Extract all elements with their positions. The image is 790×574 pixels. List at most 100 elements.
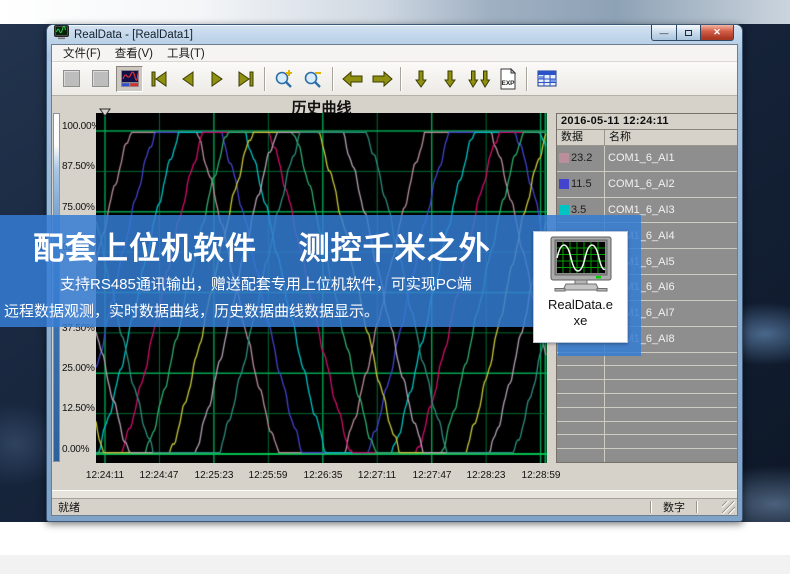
status-ready-text: 就绪	[52, 499, 650, 515]
y-tick-label: 12.50%	[62, 403, 98, 414]
exe-label-line1: RealData.e	[534, 297, 627, 313]
exp-label: EXP	[501, 80, 515, 87]
cursor-timestamp: 2016-05-11 12:24:11	[557, 114, 737, 130]
x-tick-label: 12:27:47	[405, 470, 459, 481]
channel-value: 11.5	[571, 178, 592, 190]
status-num-indicator: 数字	[652, 499, 696, 515]
app-icon	[54, 25, 69, 45]
arrow-right-icon	[370, 69, 394, 89]
column-header-name: 名称	[605, 130, 737, 145]
menu-bar: 文件(F) 查看(V) 工具(T)	[52, 45, 737, 62]
x-tick-label: 12:25:59	[241, 470, 295, 481]
series-color-swatch	[559, 179, 569, 189]
promo-body-line1: 支持RS485通讯输出，赠送配套专用上位机软件，可实现PC端	[60, 273, 472, 294]
channel-name: COM1_6_AI2	[605, 172, 737, 197]
y-tick-label: 25.00%	[62, 363, 98, 374]
screenshot-root: RealData - [RealData1] — ✕ 文件(F) 查看(V) 工…	[0, 0, 790, 574]
y-tick-label: 75.00%	[62, 202, 98, 213]
column-header-data: 数据	[557, 130, 605, 145]
exe-label-line2: xe	[534, 313, 627, 329]
zoom-in-button[interactable]	[271, 66, 298, 92]
pan-left-button[interactable]	[339, 66, 366, 92]
channel-value: 23.2	[571, 152, 592, 164]
data-grid-button[interactable]	[533, 66, 560, 92]
promo-body-line2: 远程数据观测，实时数据曲线，历史数据曲线数据显示。	[4, 300, 379, 321]
x-tick-label: 12:24:47	[132, 470, 186, 481]
table-row-empty[interactable]	[557, 366, 737, 380]
channel-name: COM1_6_AI1	[605, 146, 737, 171]
table-icon	[537, 70, 557, 88]
close-button[interactable]: ✕	[701, 25, 734, 41]
menu-view[interactable]: 查看(V)	[109, 44, 159, 62]
x-tick-label: 12:28:59	[514, 470, 568, 481]
y-tick-label: 0.00%	[62, 444, 98, 455]
double-arrow-down-icon	[466, 69, 492, 89]
page-white-area	[0, 522, 790, 555]
arrow-down-icon	[441, 69, 459, 89]
next-icon	[206, 69, 228, 89]
series-color-swatch	[559, 153, 569, 163]
monitor-icon	[548, 236, 614, 292]
title-bar[interactable]: RealData - [RealData1]	[47, 25, 742, 44]
series-color-swatch	[559, 205, 569, 215]
panel-header: 数据 名称	[557, 130, 737, 146]
minimize-button[interactable]: —	[651, 25, 676, 41]
disabled-square-icon	[92, 70, 109, 87]
y-tick-label: 87.50%	[62, 161, 98, 172]
previous-button[interactable]	[174, 66, 201, 92]
next-button[interactable]	[203, 66, 230, 92]
table-row-empty[interactable]	[557, 449, 737, 462]
restore-button[interactable]	[676, 25, 701, 41]
x-tick-label: 12:28:23	[459, 470, 513, 481]
x-tick-label: 12:24:11	[78, 470, 132, 481]
double-down-button[interactable]	[465, 66, 492, 92]
export-button[interactable]: EXP	[494, 66, 521, 92]
step-down-button[interactable]	[436, 66, 463, 92]
x-tick-label: 12:25:23	[187, 470, 241, 481]
table-row-empty[interactable]	[557, 408, 737, 422]
first-page-button[interactable]	[145, 66, 172, 92]
arrow-left-icon	[341, 69, 365, 89]
resize-grip[interactable]	[722, 501, 735, 514]
toolbar-separator	[332, 67, 334, 91]
curve-window-icon	[120, 69, 140, 88]
cursor-marker-icon[interactable]	[99, 104, 111, 122]
promo-heading: 配套上位机软件 测控千米之外	[33, 223, 491, 268]
zoom-out-icon	[302, 68, 326, 90]
history-curve-button[interactable]	[116, 66, 143, 92]
status-divider-strip	[52, 490, 737, 499]
desktop-top-strip	[0, 0, 790, 26]
table-row[interactable]: 23.2 COM1_6_AI1	[557, 146, 737, 172]
last-icon	[235, 69, 257, 89]
menu-tools[interactable]: 工具(T)	[161, 44, 211, 62]
toolbar-gray-button-2[interactable]	[87, 66, 114, 92]
export-file-icon: EXP	[499, 68, 517, 90]
table-row-empty[interactable]	[557, 435, 737, 449]
arrow-down-icon	[412, 69, 430, 89]
table-row[interactable]: 11.5 COM1_6_AI2	[557, 172, 737, 198]
zoom-in-icon	[273, 68, 297, 90]
toolbar-separator	[264, 67, 266, 91]
window-title: RealData - [RealData1]	[74, 29, 193, 41]
toolbar-separator	[400, 67, 402, 91]
page-gray-band	[0, 555, 790, 574]
x-tick-label: 12:26:35	[296, 470, 350, 481]
window-controls: — ✕	[651, 25, 734, 41]
last-page-button[interactable]	[232, 66, 259, 92]
table-row-empty[interactable]	[557, 422, 737, 436]
disabled-square-icon	[63, 70, 80, 87]
zoom-out-button[interactable]	[300, 66, 327, 92]
x-tick-label: 12:27:11	[350, 470, 404, 481]
restore-icon	[685, 30, 692, 36]
menu-file[interactable]: 文件(F)	[57, 44, 107, 62]
move-down-button[interactable]	[407, 66, 434, 92]
previous-icon	[177, 69, 199, 89]
first-icon	[148, 69, 170, 89]
toolbar: EXP	[52, 62, 737, 96]
y-tick-label: 100.00%	[62, 121, 98, 132]
table-row-empty[interactable]	[557, 394, 737, 408]
realdata-exe-card[interactable]: RealData.e xe	[533, 231, 628, 343]
table-row-empty[interactable]	[557, 380, 737, 394]
toolbar-gray-button-1[interactable]	[58, 66, 85, 92]
pan-right-button[interactable]	[368, 66, 395, 92]
